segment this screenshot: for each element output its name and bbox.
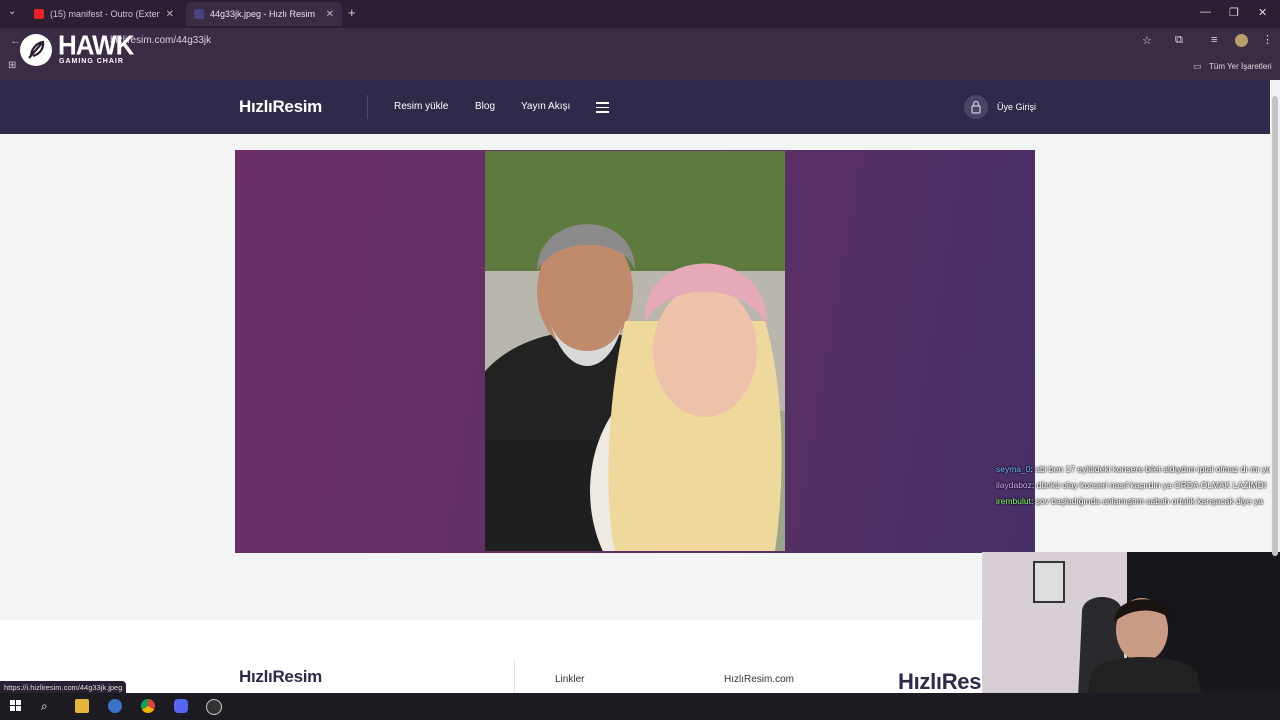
- scrollbar-thumb[interactable]: [1272, 96, 1278, 556]
- feather-icon: [20, 34, 52, 66]
- chat-text: : şov başladığında anlamıştım sabah orta…: [1030, 496, 1263, 506]
- tab-youtube[interactable]: (15) manifest - Outro (Extended ✕: [26, 2, 182, 26]
- app-icon[interactable]: [108, 699, 122, 713]
- stream-chat-overlay: seyma_0: abi ben 17 eylüldeki konsere bi…: [996, 448, 1280, 508]
- chat-username: ilaydaboz: [996, 480, 1032, 490]
- nav-yayin-akisi[interactable]: Yayın Akışı: [521, 101, 570, 112]
- header-divider: [367, 95, 368, 119]
- tab-label: (15) manifest - Outro (Extended: [50, 9, 160, 19]
- windows-start-icon[interactable]: [10, 699, 24, 713]
- extensions-icon[interactable]: ⧉: [1175, 34, 1183, 47]
- obs-icon[interactable]: [206, 699, 222, 715]
- chat-username: irembulut: [996, 496, 1031, 506]
- nav-blog[interactable]: Blog: [475, 101, 495, 112]
- apps-grid-icon[interactable]: ⊞: [8, 60, 16, 71]
- close-icon[interactable]: ✕: [326, 9, 334, 20]
- tab-list-chevron-icon[interactable]: ⌄: [8, 6, 16, 17]
- footer-site-heading: HızlıResim.com: [724, 674, 795, 685]
- chrome-icon[interactable]: [141, 699, 155, 713]
- chat-text: : dünkü olay konseri nasıl kaçırdın ya O…: [1031, 480, 1267, 490]
- bookmark-star-icon[interactable]: ☆: [1142, 34, 1152, 47]
- footer-logo[interactable]: HızlıResim: [239, 667, 322, 687]
- site-header: [0, 80, 1270, 134]
- discord-icon[interactable]: [174, 699, 188, 713]
- hamburger-menu-icon[interactable]: [596, 102, 609, 116]
- profile-avatar[interactable]: [1235, 34, 1248, 47]
- minimize-icon[interactable]: —: [1200, 6, 1211, 18]
- youtube-icon: [34, 9, 44, 19]
- close-icon[interactable]: ✕: [166, 9, 174, 20]
- tab-hizliresim[interactable]: 44g33jk.jpeg - Hızlı Resim ✕: [186, 2, 342, 26]
- close-window-icon[interactable]: ✕: [1258, 6, 1267, 19]
- site-logo[interactable]: HızlıResim: [239, 97, 322, 117]
- login-label: Üye Girişi: [997, 102, 1037, 112]
- page-scrollbar[interactable]: [1270, 80, 1280, 556]
- hawk-brand: HAWK: [58, 29, 134, 61]
- bookmark-folder-label[interactable]: Tüm Yer İşaretleri: [1209, 62, 1272, 71]
- chat-message: seyma_0: abi ben 17 eylüldeki konsere bi…: [996, 462, 1280, 476]
- file-explorer-icon[interactable]: [75, 699, 89, 713]
- media-icon[interactable]: ≡: [1211, 34, 1217, 46]
- search-icon[interactable]: ⌕: [41, 699, 55, 713]
- hawk-brand-sub: GAMING CHAIR: [59, 58, 124, 65]
- chat-message: ilaydaboz: dünkü olay konseri nasıl kaçı…: [996, 478, 1280, 492]
- chat-message: irembulut: şov başladığında anlamıştım s…: [996, 494, 1280, 508]
- hizliresim-favicon-icon: [194, 9, 204, 19]
- footer-links-heading: Linkler: [555, 674, 585, 685]
- footer-divider: [514, 660, 515, 693]
- os-taskbar: [0, 693, 1280, 720]
- bookmarks-bar: ⊞ ▭ Tüm Yer İşaretleri: [0, 56, 1280, 81]
- browser-tab-bar: ⌄ (15) manifest - Outro (Extended ✕ 44g3…: [0, 0, 1280, 28]
- chat-username: seyma_0: [996, 464, 1031, 474]
- lock-icon: [964, 95, 988, 119]
- new-tab-plus-icon[interactable]: +: [348, 5, 356, 20]
- chat-text: : abi ben 17 eylüldeki konsere bilet ald…: [1030, 464, 1272, 474]
- uploaded-photo[interactable]: [485, 151, 785, 551]
- folder-icon: ▭: [1193, 61, 1202, 71]
- nav-resim-yukle[interactable]: Resim yükle: [394, 101, 448, 112]
- tab-label: 44g33jk.jpeg - Hızlı Resim: [210, 9, 316, 19]
- restore-icon[interactable]: ❐: [1229, 6, 1239, 19]
- kebab-menu-icon[interactable]: ⋮: [1262, 33, 1273, 46]
